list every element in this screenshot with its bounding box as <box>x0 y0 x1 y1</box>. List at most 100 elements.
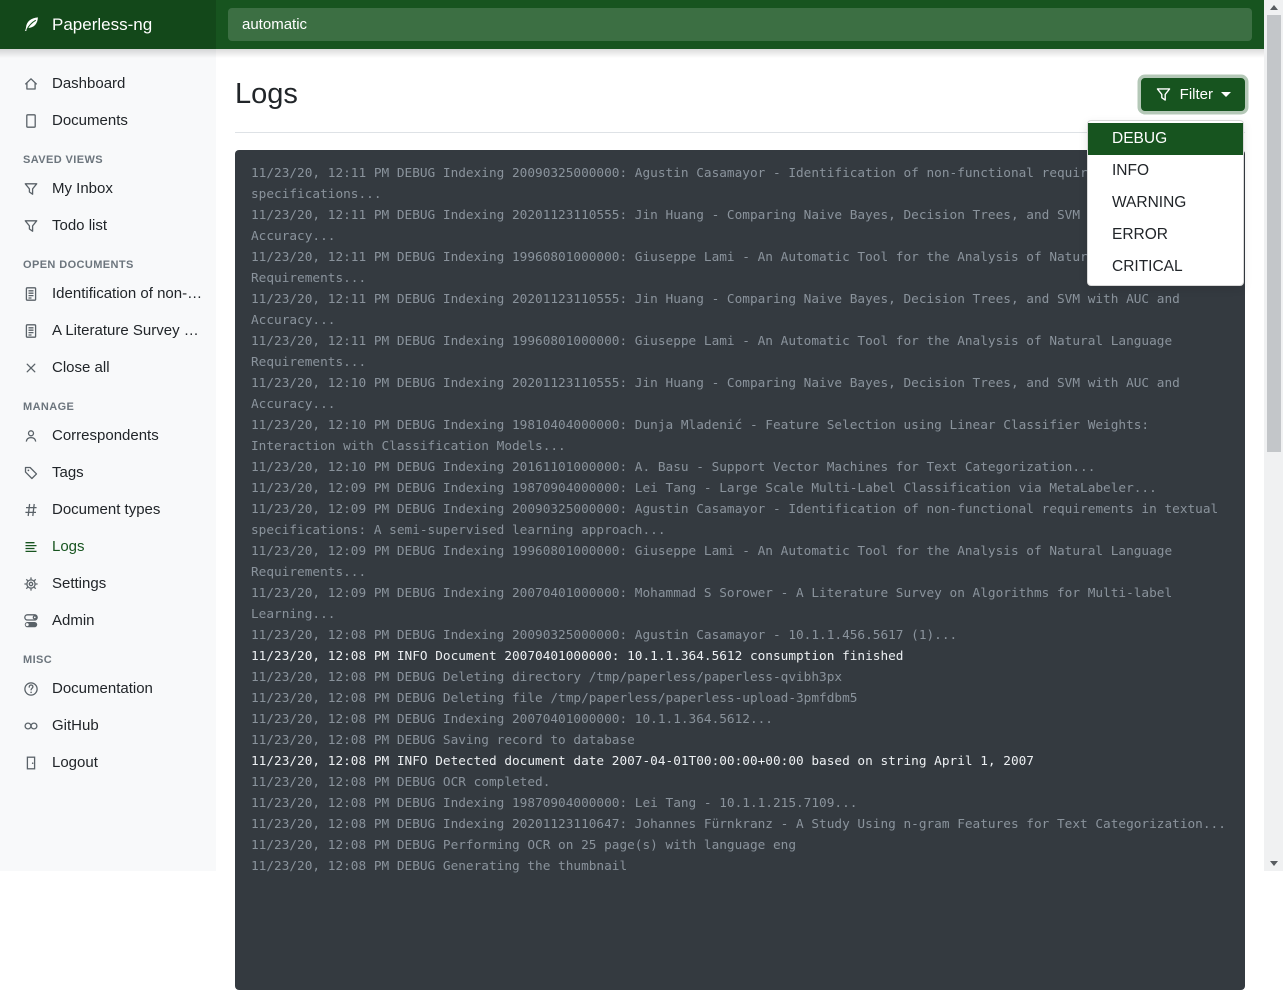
sidebar-item-documents[interactable]: Documents <box>0 102 216 139</box>
sidebar-item-my-inbox[interactable]: My Inbox <box>0 170 216 207</box>
x-icon <box>23 360 39 376</box>
link-icon <box>23 718 39 734</box>
sidebar-item-close-all[interactable]: Close all <box>0 349 216 386</box>
page-title: Logs <box>235 78 298 111</box>
log-line: 11/23/20, 12:08 PM INFO Detected documen… <box>251 751 1229 772</box>
log-line: 11/23/20, 12:08 PM DEBUG Deleting file /… <box>251 688 1229 709</box>
brand-title: Paperless-ng <box>52 15 152 35</box>
sidebar-item-dashboard[interactable]: Dashboard <box>0 65 216 102</box>
sidebar-item-label: Documents <box>52 112 128 129</box>
file-icon <box>23 113 39 129</box>
log-line: 11/23/20, 12:11 PM DEBUG Indexing 199608… <box>251 331 1229 373</box>
question-circle-icon <box>23 681 39 697</box>
sidebar-item-label: My Inbox <box>52 180 113 197</box>
sidebar-item-label: Tags <box>52 464 84 481</box>
page-scrollbar[interactable] <box>1264 0 1283 871</box>
brand[interactable]: Paperless-ng <box>0 0 216 49</box>
sidebar-item-a-literature-survey-on[interactable]: A Literature Survey on ... <box>0 312 216 349</box>
toggles-icon <box>23 613 39 629</box>
filter-option-critical[interactable]: CRITICAL <box>1088 251 1243 283</box>
list-icon <box>23 539 39 555</box>
search-bar <box>216 8 1264 41</box>
top-navbar: Paperless-ng <box>0 0 1264 49</box>
caret-down-icon <box>1221 92 1231 97</box>
funnel-icon <box>23 181 39 197</box>
log-line: 11/23/20, 12:08 PM DEBUG OCR completed. <box>251 772 1229 793</box>
sidebar-section-header-saved-views: SAVED VIEWS <box>23 154 216 166</box>
sidebar-item-github[interactable]: GitHub <box>0 707 216 744</box>
sidebar-item-settings[interactable]: Settings <box>0 565 216 602</box>
file-text-icon <box>23 286 39 302</box>
log-line: 11/23/20, 12:08 PM INFO Document 2007040… <box>251 646 1229 667</box>
sidebar-item-label: Dashboard <box>52 75 125 92</box>
sidebar-item-label: Admin <box>52 612 95 629</box>
door-icon <box>23 755 39 771</box>
log-line: 11/23/20, 12:11 PM DEBUG Indexing 202011… <box>251 205 1229 247</box>
sidebar-item-label: Document types <box>52 501 160 518</box>
sidebar-item-document-types[interactable]: Document types <box>0 491 216 528</box>
sidebar-item-documentation[interactable]: Documentation <box>0 670 216 707</box>
log-line: 11/23/20, 12:11 PM DEBUG Indexing 202011… <box>251 289 1229 331</box>
log-line: 11/23/20, 12:10 PM DEBUG Indexing 198104… <box>251 415 1229 457</box>
filter-button-label: Filter <box>1180 86 1213 103</box>
leaf-logo-icon <box>22 15 41 34</box>
log-line: 11/23/20, 12:08 PM DEBUG Indexing 202011… <box>251 814 1229 835</box>
scrollbar-up-arrow[interactable] <box>1264 0 1283 15</box>
log-line: 11/23/20, 12:10 PM DEBUG Indexing 202011… <box>251 373 1229 415</box>
sidebar: Dashboard Documents SAVED VIEWS My Inbox Tod… <box>0 49 216 871</box>
sidebar-item-label: Todo list <box>52 217 107 234</box>
log-line: 11/23/20, 12:11 PM DEBUG Indexing 199608… <box>251 247 1229 289</box>
sidebar-section-header-manage: MANAGE <box>23 401 216 413</box>
navbar-shadow <box>0 49 1264 58</box>
house-icon <box>23 76 39 92</box>
filter-dropdown: DEBUGINFOWARNINGERRORCRITICAL <box>1087 120 1244 286</box>
log-line: 11/23/20, 12:09 PM DEBUG Indexing 199608… <box>251 541 1229 583</box>
sidebar-item-correspondents[interactable]: Correspondents <box>0 417 216 454</box>
person-icon <box>23 428 39 444</box>
sidebar-item-logout[interactable]: Logout <box>0 744 216 781</box>
sidebar-item-label: GitHub <box>52 717 99 734</box>
log-line: 11/23/20, 12:09 PM DEBUG Indexing 200704… <box>251 583 1229 625</box>
filter-button[interactable]: Filter <box>1141 78 1245 111</box>
file-text-icon <box>23 323 39 339</box>
log-line: 11/23/20, 12:08 PM DEBUG Indexing 198709… <box>251 793 1229 814</box>
sidebar-item-label: Settings <box>52 575 106 592</box>
log-line: 11/23/20, 12:09 PM DEBUG Indexing 198709… <box>251 478 1229 499</box>
sidebar-section-header-misc: MISC <box>23 654 216 666</box>
sidebar-item-label: Logout <box>52 754 98 771</box>
scrollbar-thumb[interactable] <box>1267 15 1281 452</box>
sidebar-item-tags[interactable]: Tags <box>0 454 216 491</box>
sidebar-item-admin[interactable]: Admin <box>0 602 216 639</box>
log-line: 11/23/20, 12:08 PM DEBUG Deleting direct… <box>251 667 1229 688</box>
sidebar-item-label: Logs <box>52 538 85 555</box>
log-line: 11/23/20, 12:08 PM DEBUG Indexing 200704… <box>251 709 1229 730</box>
funnel-icon <box>1155 86 1172 103</box>
hash-icon <box>23 502 39 518</box>
log-line: 11/23/20, 12:08 PM DEBUG Saving record t… <box>251 730 1229 751</box>
sidebar-item-todo-list[interactable]: Todo list <box>0 207 216 244</box>
sidebar-item-logs[interactable]: Logs <box>0 528 216 565</box>
tag-icon <box>23 465 39 481</box>
log-line: 11/23/20, 12:08 PM DEBUG Performing OCR … <box>251 835 1229 856</box>
sidebar-item-label: A Literature Survey on ... <box>52 322 206 339</box>
search-input[interactable] <box>228 8 1252 41</box>
sidebar-item-identification-of-non-fu[interactable]: Identification of non-fu... <box>0 275 216 312</box>
gear-icon <box>23 576 39 592</box>
filter-option-warning[interactable]: WARNING <box>1088 187 1243 219</box>
sidebar-item-label: Documentation <box>52 680 153 697</box>
log-line: 11/23/20, 12:10 PM DEBUG Indexing 201611… <box>251 457 1229 478</box>
filter-option-info[interactable]: INFO <box>1088 155 1243 187</box>
log-line: 11/23/20, 12:08 PM DEBUG Generating the … <box>251 856 1229 877</box>
sidebar-item-label: Correspondents <box>52 427 159 444</box>
log-line: 11/23/20, 12:11 PM DEBUG Indexing 200903… <box>251 163 1229 205</box>
main-content: Logs Filter DEBUGINFOWARNINGERRORCRITICA… <box>216 49 1264 990</box>
filter-option-debug[interactable]: DEBUG <box>1088 123 1243 155</box>
filter-option-error[interactable]: ERROR <box>1088 219 1243 251</box>
scrollbar-down-arrow[interactable] <box>1264 856 1283 871</box>
log-line: 11/23/20, 12:08 PM DEBUG Indexing 200903… <box>251 625 1229 646</box>
log-line: 11/23/20, 12:09 PM DEBUG Indexing 200903… <box>251 499 1229 541</box>
funnel-icon <box>23 218 39 234</box>
sidebar-item-label: Close all <box>52 359 110 376</box>
sidebar-item-label: Identification of non-fu... <box>52 285 206 302</box>
sidebar-section-header-open-documents: OPEN DOCUMENTS <box>23 259 216 271</box>
